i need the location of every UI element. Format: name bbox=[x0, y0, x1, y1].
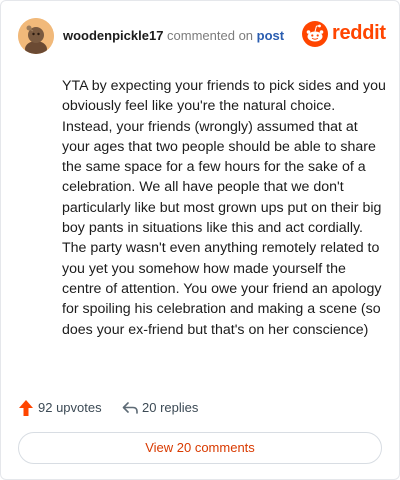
comment-body: YTA by expecting your friends to pick si… bbox=[62, 78, 386, 338]
reddit-logo[interactable]: reddit bbox=[302, 21, 386, 49]
reply-count: 20 replies bbox=[142, 400, 199, 415]
comment-card: woodenpickle17 commented on post reddit … bbox=[0, 0, 400, 480]
replies-button[interactable]: 20 replies bbox=[122, 399, 222, 417]
upvote-count: 92 upvotes bbox=[38, 400, 102, 415]
avatar-image bbox=[18, 18, 54, 54]
upvote-arrow-icon bbox=[19, 400, 33, 416]
username[interactable]: woodenpickle17 bbox=[63, 28, 163, 43]
post-link[interactable]: post bbox=[257, 28, 284, 43]
comment-verb: commented on bbox=[167, 28, 254, 43]
comment-meta: woodenpickle17 commented on post bbox=[63, 28, 284, 44]
avatar[interactable] bbox=[18, 18, 54, 54]
reddit-snoo-icon bbox=[302, 21, 328, 47]
reply-arrow-icon bbox=[122, 402, 138, 414]
comment-actions: 92 upvotes 20 replies bbox=[18, 397, 378, 419]
comment-header: woodenpickle17 commented on post reddit bbox=[18, 18, 386, 54]
reddit-wordmark: reddit bbox=[332, 22, 386, 44]
view-comments-button[interactable]: View 20 comments bbox=[18, 432, 382, 464]
